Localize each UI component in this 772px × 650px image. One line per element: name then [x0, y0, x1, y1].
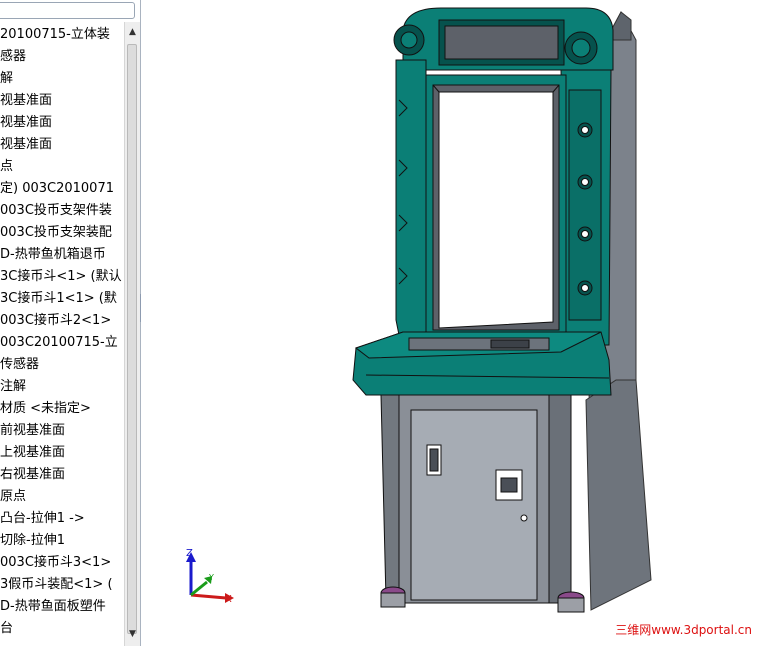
axis-z-label: Z — [186, 548, 193, 559]
model-canvas: Z X Y — [186, 7, 652, 613]
tree-item[interactable]: 定) 003C2010071 — [0, 178, 124, 200]
tree-item[interactable]: 点 — [0, 156, 124, 178]
scroll-down-icon[interactable]: ▼ — [125, 626, 140, 642]
tree-item[interactable]: 材质 <未指定> — [0, 398, 124, 420]
tree-item[interactable]: 台 — [0, 618, 124, 640]
feature-tree-list: 20100715-立体装 感器解视基准面 视基准面 视基准面点定) 003C20100… — [0, 24, 124, 640]
tree-item[interactable]: 感器 — [0, 46, 124, 68]
tree-item[interactable]: 20100715-立体装 — [0, 24, 124, 46]
scroll-up-icon[interactable]: ▲ — [125, 24, 140, 40]
tree-item[interactable]: 前视基准面 — [0, 420, 124, 442]
tree-item[interactable]: 切除-拉伸1 — [0, 530, 124, 552]
tree-item[interactable]: 003C接币斗2<1> — [0, 310, 124, 332]
tree-item[interactable]: 传感器 — [0, 354, 124, 376]
tree-filter-input[interactable] — [0, 2, 135, 19]
tree-item[interactable]: 3假币斗装配<1> ( — [0, 574, 124, 596]
tree-item[interactable]: 003C投币支架件装 — [0, 200, 124, 222]
scrollbar-thumb[interactable] — [127, 44, 137, 634]
tree-item[interactable]: 视基准面 — [0, 90, 124, 112]
site-watermark: 三维网www.3dportal.cn — [615, 623, 752, 637]
cabinet-top-frame — [393, 7, 614, 71]
monitor-bezel — [425, 74, 567, 336]
tree-item[interactable]: 视基准面 — [0, 134, 124, 156]
tree-item[interactable]: 注解 — [0, 376, 124, 398]
axis-y-label: Y — [208, 573, 214, 582]
axis-triad: Z X Y — [186, 548, 234, 605]
tree-item[interactable]: 003C20100715-立 — [0, 332, 124, 354]
tree-item[interactable]: 3C接币斗1<1> (默 — [0, 288, 124, 310]
tree-item[interactable]: 原点 — [0, 486, 124, 508]
lower-cabinet — [380, 394, 572, 604]
tree-item[interactable]: 003C接币斗3<1> — [0, 552, 124, 574]
tree-item[interactable]: 视基准面 — [0, 112, 124, 134]
tree-scrollbar[interactable]: ▲ ▼ — [124, 22, 140, 646]
graphics-viewport[interactable]: Z X Y 三维网www.3dportal.cn — [141, 0, 772, 646]
tree-item[interactable]: 右视基准面 — [0, 464, 124, 486]
tree-item[interactable]: 凸台-拉伸1 -> — [0, 508, 124, 530]
tree-item[interactable]: 解 — [0, 68, 124, 90]
tree-item[interactable]: D-热带鱼机箱退币 — [0, 244, 124, 266]
tree-item[interactable]: 3C接币斗<1> (默认 — [0, 266, 124, 288]
tree-item[interactable]: D-热带鱼面板塑件 — [0, 596, 124, 618]
tree-item[interactable]: 003C投币支架装配 — [0, 222, 124, 244]
control-deck — [352, 331, 612, 396]
feature-tree-panel: 20100715-立体装 感器解视基准面 视基准面 视基准面点定) 003C20100… — [0, 0, 141, 646]
tree-item[interactable]: 上视基准面 — [0, 442, 124, 464]
axis-x-label: X — [225, 594, 232, 605]
